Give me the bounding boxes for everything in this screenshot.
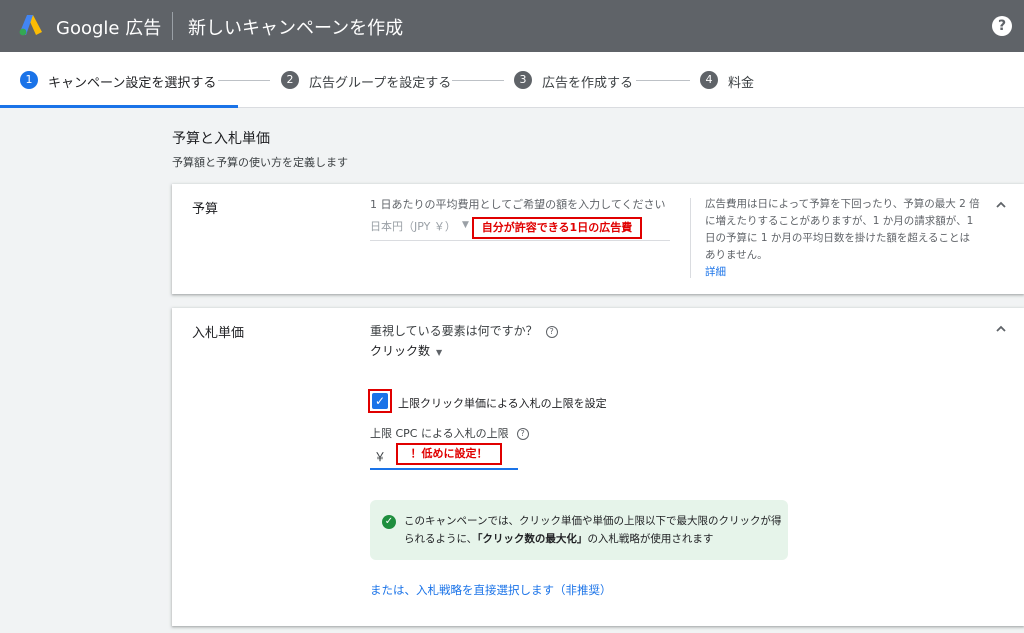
step-1-number[interactable]: 1 <box>20 71 38 89</box>
chevron-up-icon[interactable] <box>994 322 1008 336</box>
bidding-card: 入札単価 重視している要素は何ですか？? クリック数 ▼ ✓ 上限クリック単価によ… <box>172 308 1024 626</box>
check-circle-icon: ✓ <box>382 515 396 529</box>
info-text-bold: 「クリック数の最大化」 <box>477 533 588 545</box>
step-4-number[interactable]: 4 <box>700 71 718 89</box>
budget-note: 広告費用は日によって予算を下回ったり、予算の最大 2 倍に増えたりすることがあり… <box>705 196 980 281</box>
strategy-info-text: このキャンペーンでは、クリック単価や単価の上限以下で最大限のクリックが得られるよ… <box>404 512 784 548</box>
step-2-number[interactable]: 2 <box>281 71 299 89</box>
step-4-label[interactable]: 料金 <box>728 72 754 91</box>
step-1-label[interactable]: キャンペーン設定を選択する <box>48 72 216 91</box>
left-panel <box>0 108 172 633</box>
step-2-label[interactable]: 広告グループを設定する <box>309 72 451 91</box>
max-cpc-label-text: 上限 CPC による入札の上限 <box>370 427 509 440</box>
topbar-divider <box>172 12 173 40</box>
max-cpc-annotation[interactable]: ！低めに設定！ <box>396 443 502 465</box>
chevron-down-icon: ▼ <box>436 348 443 357</box>
budget-instruction: 1 日あたりの平均費用としてご希望の額を入力してください <box>370 198 666 211</box>
budget-input-underline <box>370 240 670 241</box>
max-cpc-checkbox[interactable]: ✓ <box>372 393 388 409</box>
brand-name: Google 広告 <box>56 18 162 39</box>
budget-amount-annotation[interactable]: 自分が許容できる1日の広告費 <box>472 217 642 239</box>
strategy-info-box: ✓ このキャンペーンでは、クリック単価や単価の上限以下で最大限のクリックが得られ… <box>370 500 788 560</box>
help-circle-icon[interactable]: ? <box>545 325 558 338</box>
stepper: 1 キャンペーン設定を選択する 2 広告グループを設定する 3 広告を作成する … <box>0 52 1024 108</box>
top-bar: Google 広告 新しいキャンペーンを作成 ? <box>0 0 1024 52</box>
section-subtitle: 予算額と予算の使い方を定義します <box>172 156 348 169</box>
learn-more-link[interactable]: 詳細 <box>705 264 980 281</box>
budget-card: 予算 1 日あたりの平均費用としてご希望の額を入力してください 日本円（JPY … <box>172 184 1024 294</box>
card-divider <box>690 198 691 278</box>
focus-select[interactable]: クリック数 ▼ <box>370 342 442 359</box>
step-connector <box>636 80 690 81</box>
budget-label: 予算 <box>192 202 219 217</box>
max-cpc-input-underline <box>370 468 518 470</box>
focus-question-text: 重視している要素は何ですか？ <box>370 324 538 338</box>
focus-select-value: クリック数 <box>370 344 431 358</box>
info-text-part: の入札戦略が使用されます <box>587 533 714 545</box>
step-connector <box>218 80 270 81</box>
help-icon[interactable]: ? <box>992 16 1012 36</box>
currency-symbol: ￥ <box>374 450 387 464</box>
step-3-label[interactable]: 広告を作成する <box>542 72 633 91</box>
focus-question: 重視している要素は何ですか？? <box>370 322 558 339</box>
currency-select[interactable]: 日本円（JPY ￥） <box>370 218 456 234</box>
max-cpc-checkbox-label[interactable]: 上限クリック単価による入札の上限を設定 <box>398 395 607 411</box>
bidding-label: 入札単価 <box>192 326 245 341</box>
step-3-number[interactable]: 3 <box>514 71 532 89</box>
help-circle-icon[interactable]: ? <box>516 428 529 440</box>
chevron-down-icon[interactable]: ▼ <box>462 220 469 230</box>
step-connector <box>452 80 504 81</box>
page-title: 新しいキャンペーンを作成 <box>188 18 404 39</box>
budget-note-text: 広告費用は日によって予算を下回ったり、予算の最大 2 倍に増えたりすることがあり… <box>705 198 980 261</box>
select-strategy-link[interactable]: または、入札戦略を直接選択します（非推奨） <box>370 582 612 598</box>
google-ads-logo-icon <box>19 15 42 36</box>
max-cpc-label: 上限 CPC による入札の上限? <box>370 425 529 441</box>
chevron-up-icon[interactable] <box>994 198 1008 212</box>
section-title: 予算と入札単価 <box>172 131 270 147</box>
